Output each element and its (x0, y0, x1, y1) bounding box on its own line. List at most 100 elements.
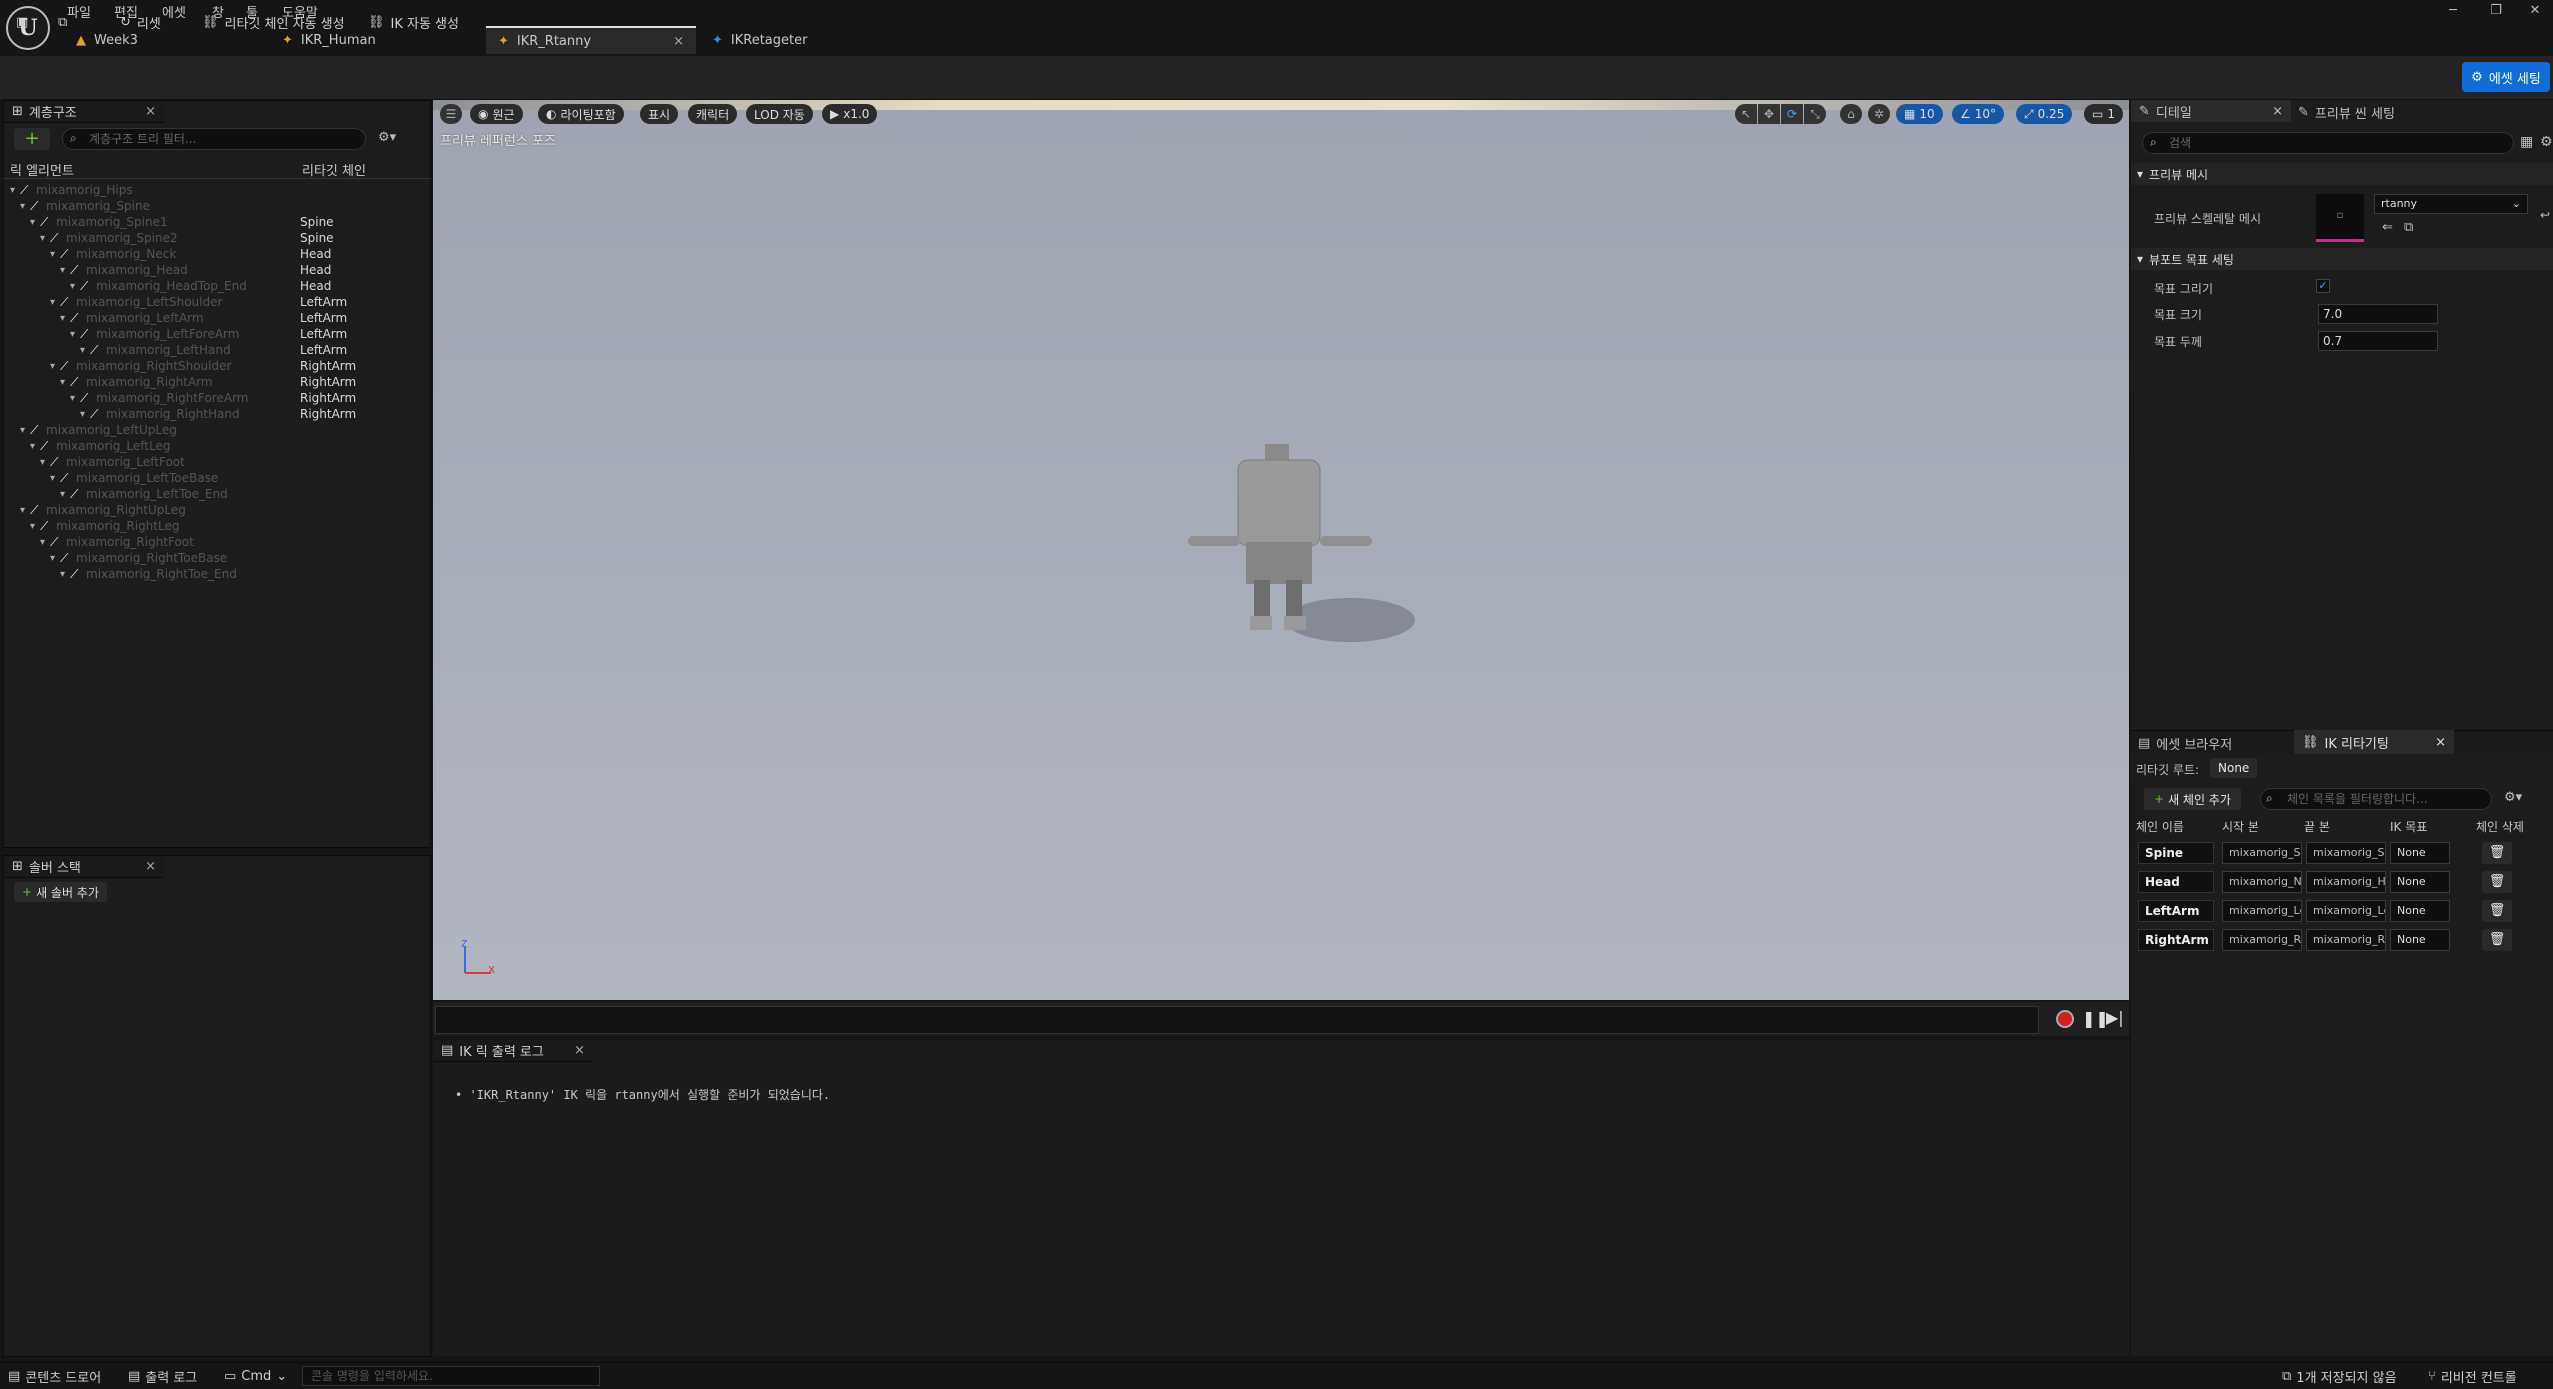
tree-row[interactable]: ▾ ⟋ mixamorig_LeftFoot (40, 454, 185, 470)
asset-settings-button[interactable]: ⚙ 에셋 세팅 (2462, 62, 2550, 92)
ik-goal-dropdown[interactable]: None (2390, 900, 2450, 922)
add-element-button[interactable]: + (14, 128, 50, 150)
lighting-button[interactable]: ◐ 라이팅포함 (538, 104, 624, 124)
tree-row[interactable]: ▾ ⟋ mixamorig_LeftShoulder (50, 294, 222, 310)
start-bone-field[interactable]: mixamorig_Spine1 (2222, 842, 2302, 864)
details-search-input[interactable]: 검색 (2142, 132, 2514, 154)
col-rig-element[interactable]: 릭 엘리먼트 (10, 160, 74, 179)
tab-ikr-rtanny[interactable]: ✦ IKR_Rtanny × (486, 26, 696, 54)
restore-icon[interactable]: ❐ (2476, 0, 2516, 22)
tree-row[interactable]: ▾ ⟋ mixamorig_Hips (10, 182, 133, 198)
tree-row[interactable]: ▾ ⟋ mixamorig_HeadTop_End (70, 278, 247, 294)
expand-arrow-icon[interactable]: ▾ (40, 457, 50, 468)
col-start-bone[interactable]: 시작 본 (2222, 818, 2259, 835)
ik-retargeting-tab[interactable]: ⛓ IK 리타기팅 × (2294, 730, 2454, 754)
menu-file[interactable]: 파일 (67, 2, 91, 21)
ik-goal-dropdown[interactable]: None (2390, 871, 2450, 893)
settings-dropdown-icon[interactable]: ⚙▾ (378, 130, 396, 145)
add-solver-button[interactable]: + 새 솔버 추가 (14, 882, 107, 902)
output-log-tab[interactable]: ▤ IK 릭 출력 로그 × (433, 1040, 593, 1062)
browse-asset-icon[interactable]: ⧉ (2404, 220, 2413, 235)
tree-row[interactable]: ▾ ⟋ mixamorig_Neck (50, 246, 176, 262)
tab-ikretageter[interactable]: ✦ IKRetageter (700, 26, 819, 54)
reset-button[interactable]: ↻ 리셋 (120, 10, 161, 34)
expand-arrow-icon[interactable]: ▾ (20, 425, 30, 436)
step-forward-icon[interactable]: ▶| (2106, 1008, 2124, 1027)
tree-row[interactable]: ▾ ⟋ mixamorig_Head (60, 262, 188, 278)
col-retarget-chain[interactable]: 리타깃 체인 (302, 160, 366, 179)
draw-goal-checkbox[interactable]: ✓ (2316, 279, 2330, 293)
tree-row[interactable]: ▾ ⟋ mixamorig_Spine (20, 198, 150, 214)
settings-dropdown-icon[interactable]: ⚙▾ (2504, 790, 2522, 805)
end-bone-field[interactable]: mixamorig_LeftHand (2306, 900, 2386, 922)
move-tool-icon[interactable]: ✥ (1758, 104, 1780, 124)
coordinate-icon[interactable]: ⌂ (1840, 104, 1862, 124)
col-ik-goal[interactable]: IK 목표 (2390, 818, 2427, 835)
ik-goal-dropdown[interactable]: None (2390, 929, 2450, 951)
chain-name-field[interactable]: RightArm (2138, 929, 2214, 951)
end-bone-field[interactable]: mixamorig_HeadTop_End (2306, 871, 2386, 893)
delete-chain-button[interactable]: 🗑 (2482, 842, 2512, 864)
tree-row[interactable]: ▾ ⟋ mixamorig_Spine1 (30, 214, 168, 230)
tree-row[interactable]: ▾ ⟋ mixamorig_LeftHand (80, 342, 231, 358)
browse-icon[interactable]: ⧉ (58, 10, 67, 34)
delete-chain-button[interactable]: 🗑 (2482, 871, 2512, 893)
tree-row[interactable]: ▾ ⟋ mixamorig_RightFoot (40, 534, 194, 550)
tree-row[interactable]: ▾ ⟋ mixamorig_LeftUpLeg (20, 422, 177, 438)
auto-ik-button[interactable]: ⛓ IK 자동 생성 (368, 10, 459, 34)
close-icon[interactable]: × (145, 104, 156, 119)
expand-arrow-icon[interactable]: ▾ (60, 265, 70, 276)
rotate-tool-icon[interactable]: ⟳ (1781, 104, 1803, 124)
tree-row[interactable]: ▾ ⟋ mixamorig_RightHand (80, 406, 240, 422)
expand-arrow-icon[interactable]: ▾ (40, 233, 50, 244)
settings-icon[interactable]: ⚙ (2540, 134, 2553, 150)
close-icon[interactable]: × (145, 859, 156, 874)
details-tab[interactable]: ✎ 디테일 × (2131, 100, 2291, 122)
content-drawer-button[interactable]: ▤ 콘텐츠 드로어 (8, 1366, 101, 1386)
viewport-menu-icon[interactable]: ☰ (440, 104, 462, 124)
minimize-icon[interactable]: ─ (2433, 0, 2473, 22)
tree-row[interactable]: ▾ ⟋ mixamorig_RightToe_End (60, 566, 237, 582)
menu-asset[interactable]: 에셋 (162, 2, 186, 21)
preview-scene-tab[interactable]: ✎ 프리뷰 씬 세팅 (2298, 103, 2395, 122)
start-bone-field[interactable]: mixamorig_RightShoulder (2222, 929, 2302, 951)
pause-icon[interactable]: ❚❚ (2082, 1009, 2109, 1028)
expand-arrow-icon[interactable]: ▾ (60, 489, 70, 500)
expand-arrow-icon[interactable]: ▾ (50, 297, 60, 308)
asset-browser-tab[interactable]: ▤ 에셋 브라우저 (2138, 734, 2232, 753)
tree-row[interactable]: ▾ ⟋ mixamorig_RightUpLeg (20, 502, 186, 518)
expand-arrow-icon[interactable]: ▾ (30, 217, 40, 228)
surface-snap-icon[interactable]: ✲ (1868, 104, 1890, 124)
camera-speed-button[interactable]: ▭ 1 (2084, 104, 2123, 124)
section-preview-mesh[interactable]: ▾ 프리뷰 메시 (2131, 163, 2553, 185)
tree-row[interactable]: ▾ ⟋ mixamorig_LeftToe_End (60, 486, 228, 502)
tree-row[interactable]: ▾ ⟋ mixamorig_LeftArm (60, 310, 204, 326)
tree-row[interactable]: ▾ ⟋ mixamorig_Spine2 (40, 230, 178, 246)
show-button[interactable]: 표시 (640, 104, 679, 124)
retarget-root-dropdown[interactable]: None (2210, 758, 2258, 778)
expand-arrow-icon[interactable]: ▾ (80, 409, 90, 420)
table-view-icon[interactable]: ▦ (2520, 134, 2533, 150)
start-bone-field[interactable]: mixamorig_LeftShoulder (2222, 900, 2302, 922)
tree-row[interactable]: ▾ ⟋ mixamorig_RightArm (60, 374, 213, 390)
record-icon[interactable] (2056, 1010, 2074, 1028)
unsaved-button[interactable]: ⧉ 1개 저장되지 않음 (2282, 1366, 2397, 1386)
revision-control-button[interactable]: ⑂ 리비전 컨트롤 (2428, 1366, 2517, 1386)
tree-row[interactable]: ▾ ⟋ mixamorig_RightLeg (30, 518, 179, 534)
save-icon[interactable]: ▣ (16, 10, 28, 34)
auto-chain-button[interactable]: ⛓ 리타깃 체인 자동 생성 (202, 10, 345, 34)
chain-name-field[interactable]: Spine (2138, 842, 2214, 864)
scale-snap-button[interactable]: ⤢ 0.25 (2016, 104, 2073, 124)
col-end-bone[interactable]: 끝 본 (2304, 818, 2330, 835)
col-chain-name[interactable]: 체인 이름 (2136, 818, 2184, 835)
close-icon[interactable]: × (2435, 735, 2446, 750)
end-bone-field[interactable]: mixamorig_Spine2 (2306, 842, 2386, 864)
expand-arrow-icon[interactable]: ▾ (70, 329, 80, 340)
scale-tool-icon[interactable]: ⤡ (1804, 104, 1826, 124)
mesh-dropdown[interactable]: rtanny ⌄ (2374, 194, 2528, 214)
chain-name-field[interactable]: LeftArm (2138, 900, 2214, 922)
lod-button[interactable]: LOD 자동 (746, 104, 813, 124)
expand-arrow-icon[interactable]: ▾ (50, 553, 60, 564)
tree-row[interactable]: ▾ ⟋ mixamorig_LeftLeg (30, 438, 170, 454)
ik-goal-dropdown[interactable]: None (2390, 842, 2450, 864)
